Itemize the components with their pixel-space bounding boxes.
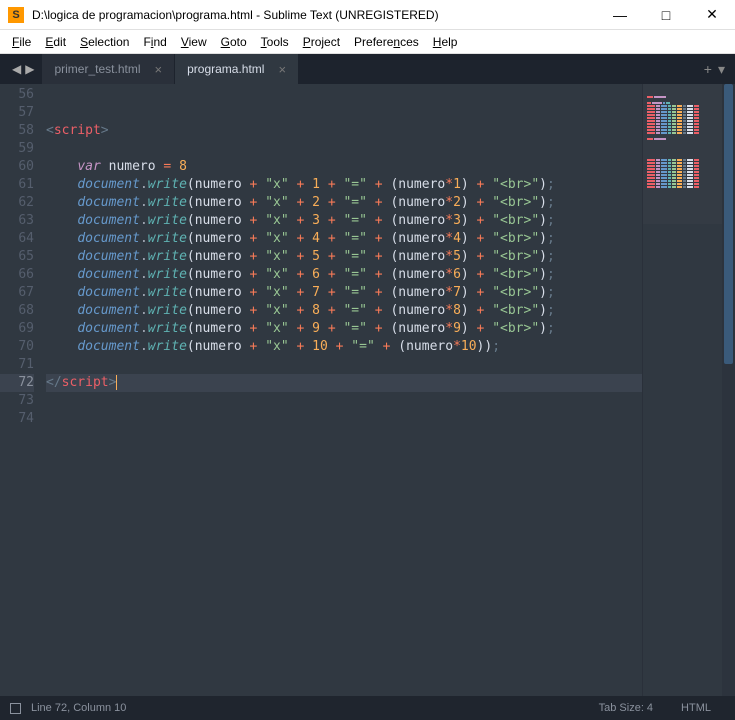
line-number: 71 [0, 356, 34, 374]
line-number: 74 [0, 410, 34, 428]
tab-nav-back-icon[interactable]: ◀ [12, 62, 21, 76]
code-line[interactable]: document.write(numero + "x" + 10 + "=" +… [46, 338, 642, 356]
tab-bar: ◀ ▶ primer_test.html × programa.html × +… [0, 54, 735, 84]
line-number: 67 [0, 284, 34, 302]
tab-close-icon[interactable]: × [278, 62, 286, 77]
menu-view[interactable]: View [175, 33, 213, 51]
line-number: 60 [0, 158, 34, 176]
code-line[interactable]: document.write(numero + "x" + 4 + "=" + … [46, 230, 642, 248]
line-number: 70 [0, 338, 34, 356]
code-line[interactable]: document.write(numero + "x" + 6 + "=" + … [46, 266, 642, 284]
tab-primer-test[interactable]: primer_test.html × [42, 54, 175, 84]
line-number: 63 [0, 212, 34, 230]
line-number-gutter: 56575859606162636465666768697071727374 [0, 84, 46, 696]
line-number: 61 [0, 176, 34, 194]
maximize-button[interactable]: □ [643, 0, 689, 30]
code-line[interactable]: document.write(numero + "x" + 9 + "=" + … [46, 320, 642, 338]
code-line[interactable]: var numero = 8 [46, 158, 642, 176]
close-button[interactable]: ✕ [689, 0, 735, 30]
menu-bar: File Edit Selection Find View Goto Tools… [0, 30, 735, 54]
line-number: 68 [0, 302, 34, 320]
menu-goto[interactable]: Goto [215, 33, 253, 51]
status-cursor-position[interactable]: Line 72, Column 10 [31, 702, 126, 714]
code-line[interactable]: <script> [46, 122, 642, 140]
line-number: 73 [0, 392, 34, 410]
status-language[interactable]: HTML [667, 702, 725, 714]
app-icon: S [8, 7, 24, 23]
code-line[interactable]: document.write(numero + "x" + 5 + "=" + … [46, 248, 642, 266]
minimize-button[interactable]: — [597, 0, 643, 30]
status-tab-size[interactable]: Tab Size: 4 [585, 702, 667, 714]
code-line[interactable]: </script> [46, 374, 642, 392]
menu-help[interactable]: Help [427, 33, 464, 51]
editor: 56575859606162636465666768697071727374 <… [0, 84, 735, 696]
menu-file[interactable]: File [6, 33, 37, 51]
tab-actions: + ▾ [694, 54, 735, 84]
menu-selection[interactable]: Selection [74, 33, 135, 51]
vertical-scrollbar[interactable] [722, 84, 735, 696]
menu-edit[interactable]: Edit [39, 33, 72, 51]
code-line[interactable] [46, 140, 642, 158]
code-line[interactable] [46, 410, 642, 428]
window-title: D:\logica de programacion\programa.html … [32, 8, 597, 22]
tab-nav-arrows: ◀ ▶ [4, 54, 42, 84]
menu-find[interactable]: Find [137, 33, 172, 51]
line-number: 66 [0, 266, 34, 284]
code-line[interactable] [46, 392, 642, 410]
scrollbar-thumb[interactable] [724, 84, 733, 364]
code-line[interactable] [46, 356, 642, 374]
code-area[interactable]: <script> var numero = 8 document.write(n… [46, 84, 642, 696]
code-line[interactable]: document.write(numero + "x" + 1 + "=" + … [46, 176, 642, 194]
window-controls: — □ ✕ [597, 0, 735, 30]
line-number: 62 [0, 194, 34, 212]
window-titlebar: S D:\logica de programacion\programa.htm… [0, 0, 735, 30]
line-number: 56 [0, 86, 34, 104]
tab-programa[interactable]: programa.html × [175, 54, 299, 84]
tab-close-icon[interactable]: × [155, 62, 163, 77]
status-bar: Line 72, Column 10 Tab Size: 4 HTML [0, 696, 735, 720]
tab-label: programa.html [187, 62, 264, 76]
menu-project[interactable]: Project [297, 33, 346, 51]
line-number: 59 [0, 140, 34, 158]
new-tab-icon[interactable]: + [704, 61, 712, 77]
status-panel-toggle-icon[interactable] [10, 703, 21, 714]
code-line[interactable] [46, 104, 642, 122]
line-number: 64 [0, 230, 34, 248]
code-line[interactable] [46, 86, 642, 104]
line-number: 69 [0, 320, 34, 338]
line-number: 65 [0, 248, 34, 266]
tab-dropdown-icon[interactable]: ▾ [718, 61, 725, 78]
line-number: 58 [0, 122, 34, 140]
menu-tools[interactable]: Tools [255, 33, 295, 51]
text-cursor [116, 375, 117, 390]
code-line[interactable]: document.write(numero + "x" + 8 + "=" + … [46, 302, 642, 320]
minimap-content [647, 90, 718, 189]
line-number: 57 [0, 104, 34, 122]
line-number: 72 [0, 374, 34, 392]
code-line[interactable]: document.write(numero + "x" + 7 + "=" + … [46, 284, 642, 302]
tab-label: primer_test.html [54, 62, 140, 76]
code-line[interactable]: document.write(numero + "x" + 3 + "=" + … [46, 212, 642, 230]
minimap[interactable] [642, 84, 722, 696]
tab-nav-forward-icon[interactable]: ▶ [25, 62, 34, 76]
code-line[interactable]: document.write(numero + "x" + 2 + "=" + … [46, 194, 642, 212]
menu-preferences[interactable]: Preferences [348, 33, 425, 51]
